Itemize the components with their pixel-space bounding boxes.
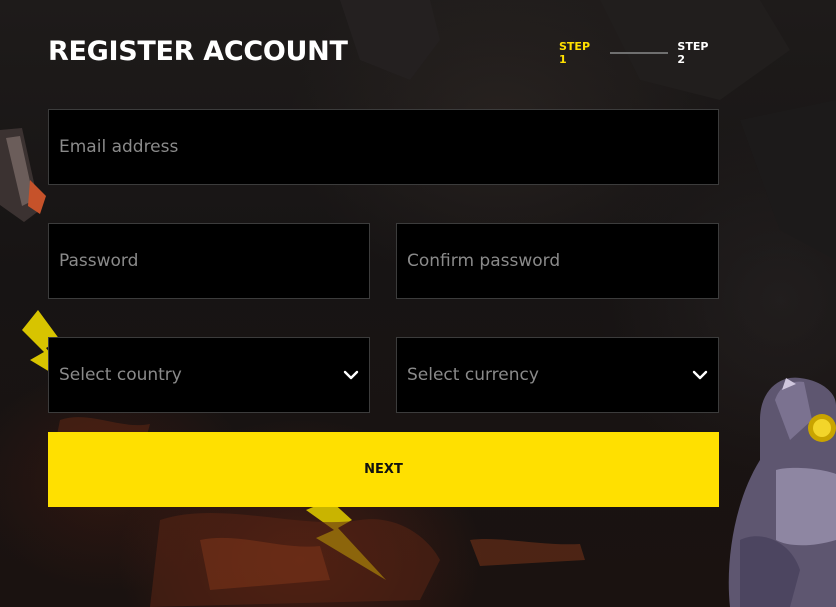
email-input[interactable] bbox=[48, 109, 719, 185]
step-progress-line bbox=[609, 52, 669, 54]
step-1-label: STEP 1 bbox=[559, 40, 591, 66]
password-input[interactable] bbox=[48, 223, 370, 299]
country-select[interactable]: Select country bbox=[48, 337, 370, 413]
country-select-value: Select country bbox=[59, 365, 182, 385]
confirm-password-input[interactable] bbox=[396, 223, 719, 299]
chevron-down-icon bbox=[343, 370, 359, 380]
next-button[interactable]: NEXT bbox=[48, 432, 719, 507]
step-indicator: STEP 1 STEP 2 bbox=[559, 40, 719, 66]
background-artwork bbox=[0, 0, 836, 607]
currency-select-value: Select currency bbox=[407, 365, 539, 385]
monster-character-icon bbox=[728, 377, 836, 607]
register-page: REGISTER ACCOUNT STEP 1 STEP 2 Select co… bbox=[0, 0, 836, 607]
chevron-down-icon bbox=[692, 370, 708, 380]
currency-select[interactable]: Select currency bbox=[396, 337, 719, 413]
step-2-label: STEP 2 bbox=[677, 40, 709, 66]
page-title: REGISTER ACCOUNT bbox=[48, 36, 348, 67]
